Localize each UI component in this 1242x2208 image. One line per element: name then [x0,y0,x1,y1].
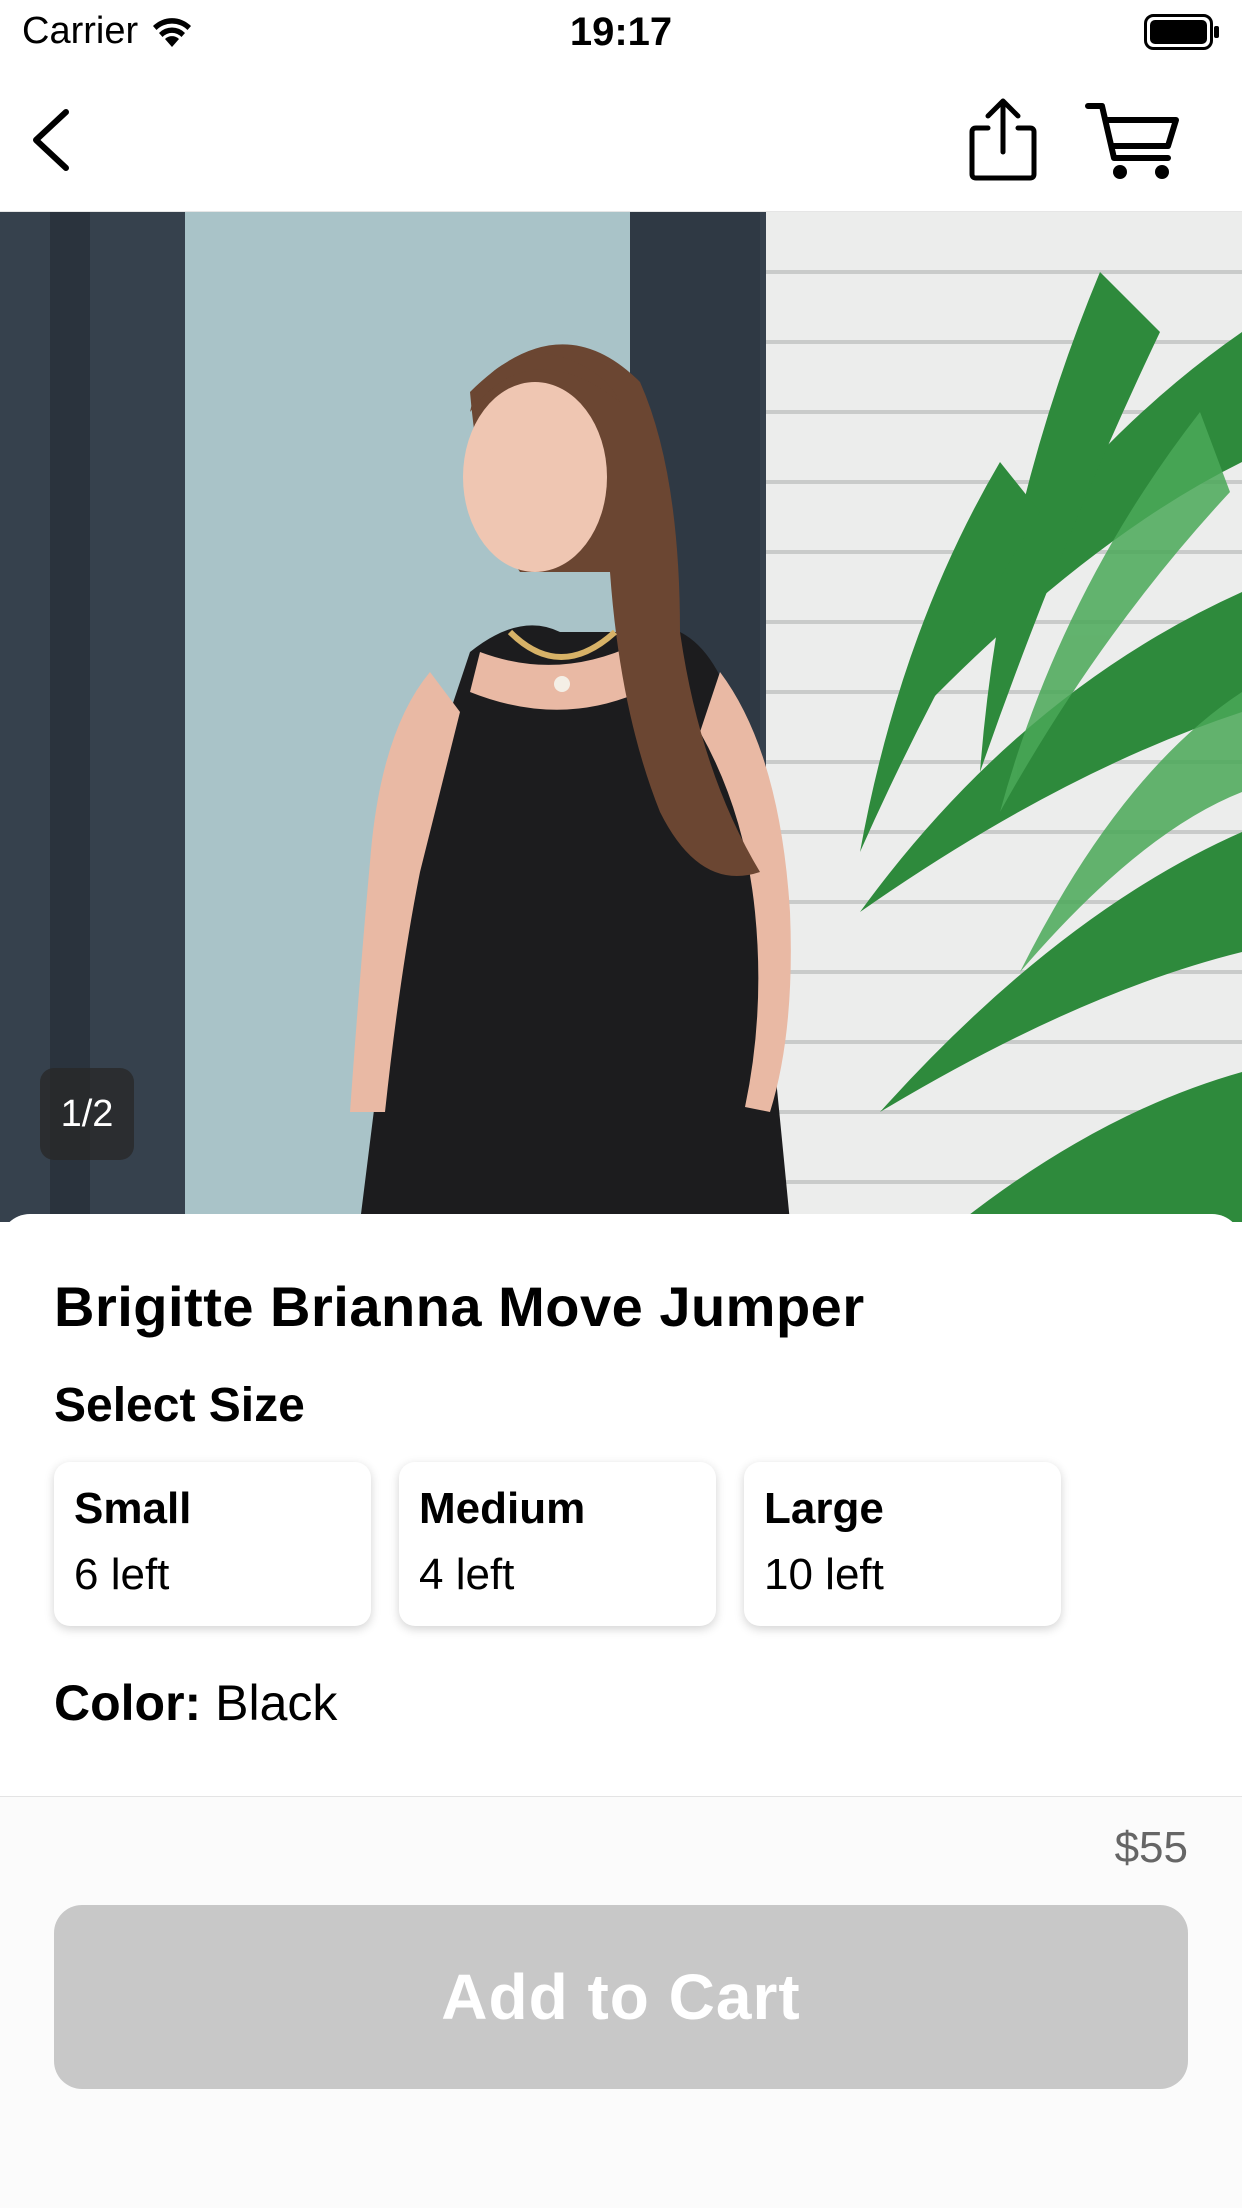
color-value: Black [215,1675,338,1731]
size-name: Medium [419,1484,586,1533]
size-stock: 4 left [419,1550,515,1599]
product-image[interactable]: 1/2 [0,212,1242,1222]
color-row: Color: Black [54,1674,337,1732]
size-stock: 6 left [74,1550,170,1599]
size-stock: 10 left [764,1550,884,1599]
checkout-bar: $55 Add to Cart [0,1796,1242,2208]
status-time: 19:17 [569,10,673,54]
navigation-bar [0,66,1242,212]
size-option-medium[interactable]: Medium 4 left [399,1462,716,1626]
color-label: Color: [54,1675,202,1731]
share-icon[interactable] [966,94,1040,184]
size-option-small[interactable]: Small 6 left [54,1462,371,1626]
cart-icon[interactable] [1084,96,1184,186]
status-bar: Carrier 19:17 [0,0,1242,66]
size-name: Small [74,1484,192,1533]
size-option-large[interactable]: Large 10 left [744,1462,1061,1626]
size-name: Large [764,1484,884,1533]
add-to-cart-button[interactable]: Add to Cart [54,1905,1188,2089]
select-size-heading: Select Size [54,1379,305,1432]
battery-icon [1144,14,1219,50]
product-title: Brigitte Brianna Move Jumper [54,1275,865,1338]
product-price: $55 [1114,1823,1188,1872]
chevron-left-icon[interactable] [22,102,92,178]
product-photo [0,212,1242,1222]
product-details-sheet: Brigitte Brianna Move Jumper Select Size… [0,1214,1242,1796]
size-options: Small 6 left Medium 4 left Large 10 left [54,1462,1061,1626]
image-counter: 1/2 [40,1068,134,1160]
